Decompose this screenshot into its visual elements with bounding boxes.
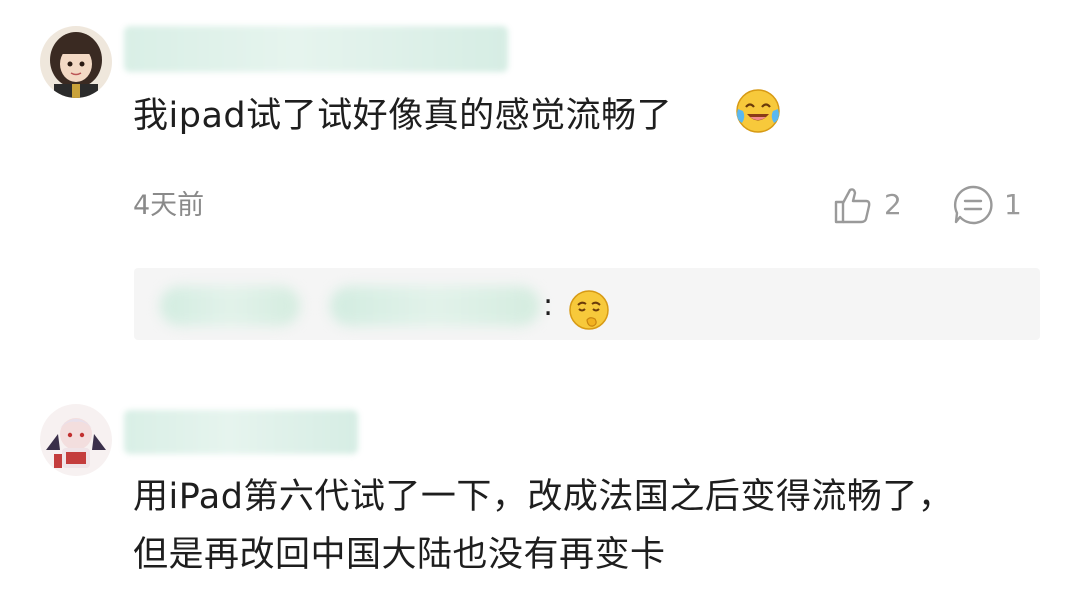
thumbs-up-icon — [832, 184, 874, 226]
comment-text: 我ipad试了试好像真的感觉流畅了 — [133, 96, 673, 136]
username-blurred[interactable] — [124, 410, 358, 454]
comment-bubble-icon — [952, 184, 994, 226]
like-button[interactable]: 2 — [832, 184, 902, 226]
avatar[interactable] — [40, 404, 112, 476]
comment-text-line-2: 但是再改回中国大陆也没有再变卡 — [133, 535, 666, 575]
username-blurred[interactable] — [124, 26, 508, 72]
comment-text-line-1: 用iPad第六代试了一下，改成法国之后变得流畅了， — [133, 477, 954, 517]
timestamp: 4天前 — [133, 190, 205, 221]
reply-button[interactable]: 1 — [952, 184, 1022, 226]
reply-text-blurred — [330, 286, 540, 326]
reply-username-blurred — [160, 286, 300, 326]
reply-count: 1 — [1004, 188, 1022, 221]
laughing-tears-emoji — [734, 87, 782, 135]
like-count: 2 — [884, 188, 902, 221]
thinking-emoji — [567, 288, 611, 332]
reply-colon: : — [543, 288, 554, 323]
avatar[interactable] — [40, 26, 112, 98]
